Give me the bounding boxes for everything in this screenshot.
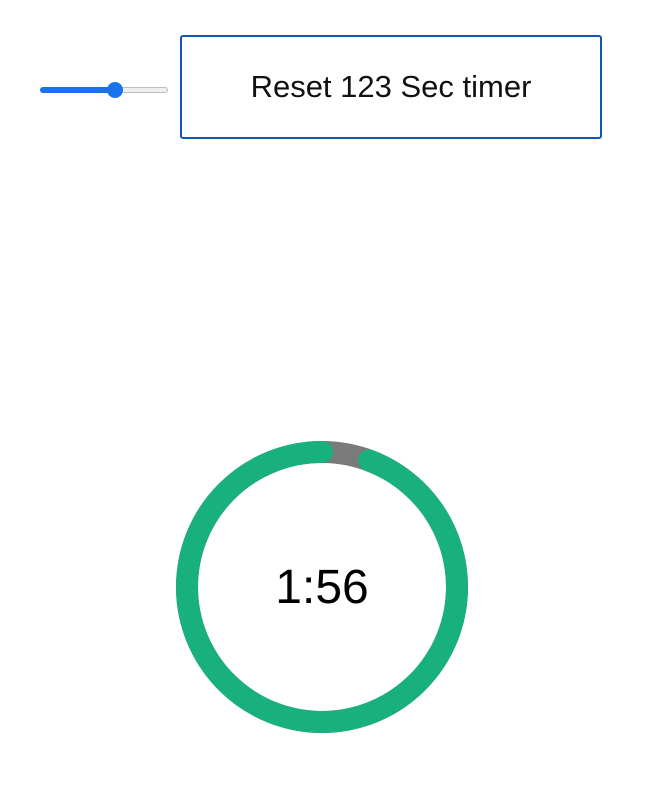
page: Reset 123 Sec timer 1:56 [0,0,651,794]
countdown-timer: 1:56 [176,441,468,733]
duration-slider[interactable] [38,80,170,100]
reset-timer-button[interactable]: Reset 123 Sec timer [180,35,602,139]
slider-fill [40,87,116,93]
slider-thumb[interactable] [107,82,124,98]
timer-display: 1:56 [275,560,369,614]
